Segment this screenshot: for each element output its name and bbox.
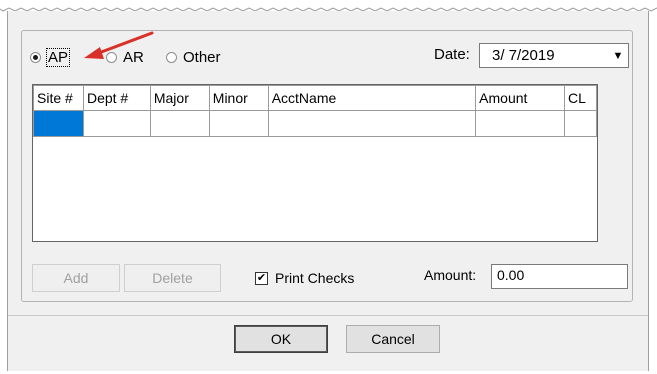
divider (8, 315, 648, 316)
grid-header-row: Site # Dept # Major Minor AcctName Amoun… (33, 85, 597, 111)
delete-button[interactable]: Delete (124, 264, 221, 292)
column-header-dept[interactable]: Dept # (82, 85, 151, 111)
radio-other-indicator[interactable] (166, 51, 177, 63)
cell-acctname[interactable] (267, 110, 477, 137)
column-header-minor[interactable]: Minor (208, 85, 269, 111)
radio-other-label: Other (183, 48, 221, 66)
radio-ap-label: AP (45, 47, 71, 67)
print-checks-label: Print Checks (275, 270, 355, 286)
ok-button[interactable]: OK (234, 325, 328, 353)
amount-field[interactable]: 0.00 (491, 264, 628, 289)
cell-major[interactable] (149, 110, 210, 137)
cancel-button[interactable]: Cancel (346, 325, 440, 353)
column-header-acctname[interactable]: AcctName (267, 85, 477, 111)
amount-label: Amount: (424, 267, 477, 283)
date-value: 3/ 7/2019 (492, 47, 555, 64)
radio-ap[interactable]: AP (30, 46, 71, 68)
print-checks-checkbox[interactable]: ✔ Print Checks (255, 270, 354, 286)
column-header-major[interactable]: Major (149, 85, 210, 111)
cell-cl[interactable] (564, 110, 597, 137)
cell-dept[interactable] (82, 110, 151, 137)
annotation-arrow-icon (84, 31, 154, 59)
checkbox-check-icon[interactable]: ✔ (255, 271, 268, 285)
cell-minor[interactable] (208, 110, 269, 137)
date-picker[interactable]: 3/ 7/2019 ▼ (479, 43, 629, 68)
column-header-site[interactable]: Site # (33, 85, 84, 111)
account-grid[interactable]: Site # Dept # Major Minor AcctName Amoun… (32, 84, 598, 242)
column-header-amount[interactable]: Amount (475, 85, 565, 111)
cell-amount[interactable] (475, 110, 565, 137)
cell-site-selected[interactable] (33, 110, 84, 137)
radio-ap-indicator[interactable] (30, 51, 41, 63)
add-button[interactable]: Add (32, 264, 120, 292)
radio-other[interactable]: Other (166, 46, 221, 68)
table-row[interactable] (33, 110, 597, 137)
date-label: Date: (434, 46, 470, 63)
chevron-down-icon[interactable]: ▼ (608, 44, 628, 67)
column-header-cl[interactable]: CL (564, 85, 597, 111)
